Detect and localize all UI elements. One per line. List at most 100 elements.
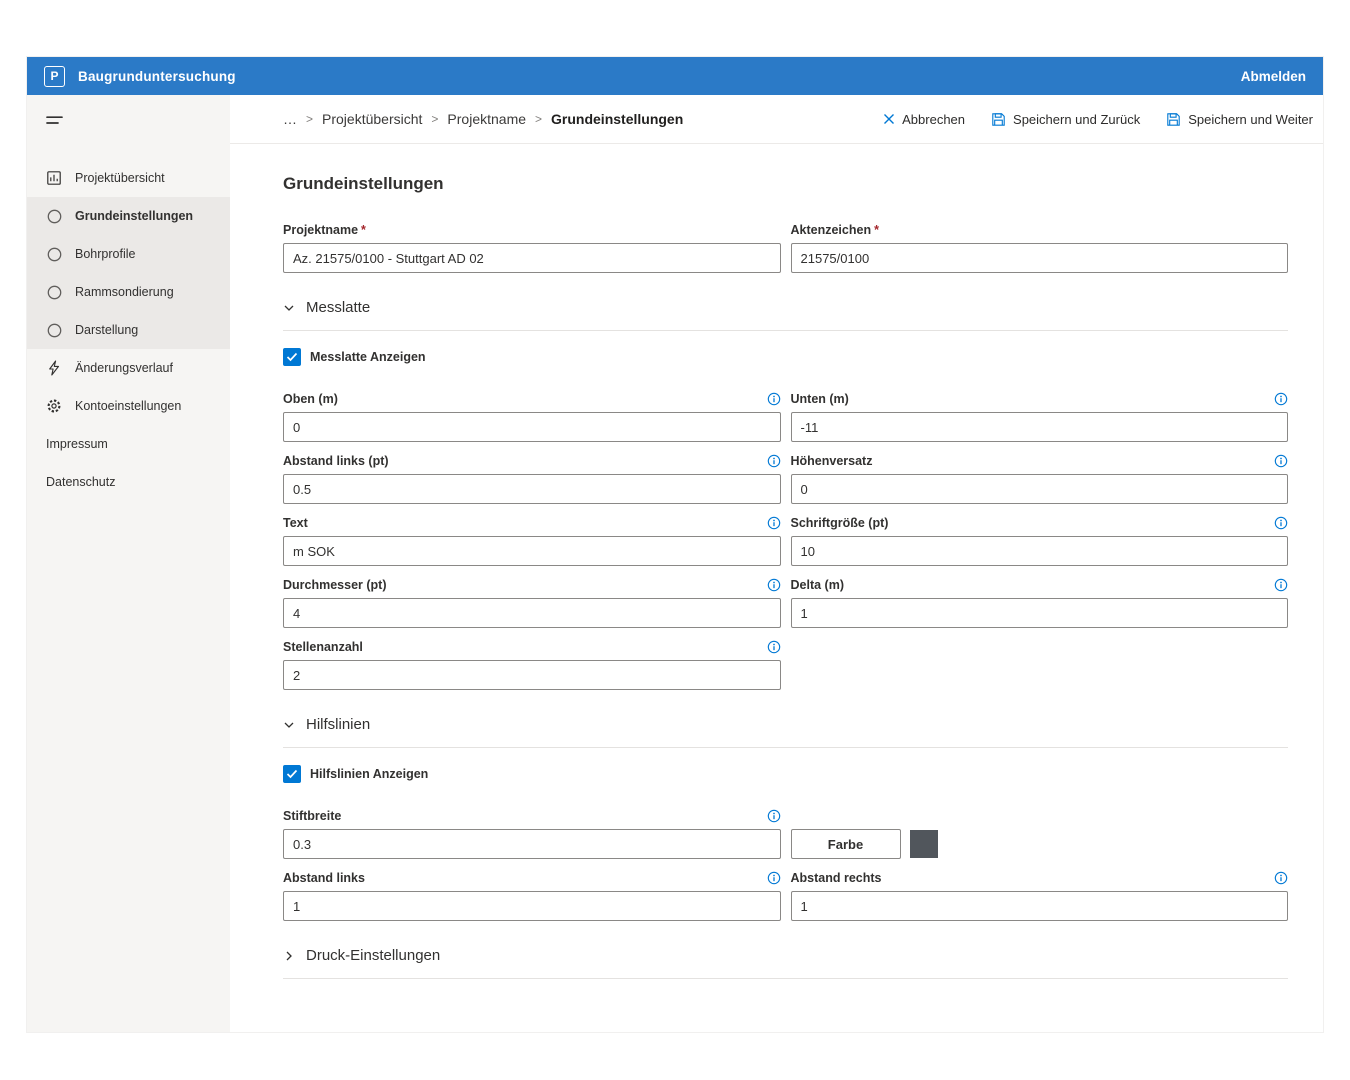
hoehenversatz-input[interactable] — [791, 474, 1289, 504]
save-and-back-button[interactable]: Speichern und Zurück — [991, 112, 1140, 127]
field-projektname: Projektname* — [283, 221, 781, 273]
app-logo-icon: P — [44, 66, 65, 87]
radio-circle-icon — [46, 323, 62, 338]
field-label: Stiftbreite — [283, 809, 341, 823]
oben-input[interactable] — [283, 412, 781, 442]
page-title: Grundeinstellungen — [283, 174, 1288, 194]
required-marker: * — [361, 223, 366, 237]
delta-input[interactable] — [791, 598, 1289, 628]
farbe-button[interactable]: Farbe — [791, 829, 901, 859]
app-window: P Baugrunduntersuchung Abmelden Projektü… — [27, 57, 1323, 1032]
durchmesser-input[interactable] — [283, 598, 781, 628]
info-icon[interactable] — [767, 871, 781, 885]
sidebar: Projektübersicht Grundeinstellungen Bohr… — [27, 95, 230, 1032]
info-icon[interactable] — [767, 392, 781, 406]
field-label: Abstand rechts — [791, 871, 882, 885]
menu-toggle-button[interactable] — [27, 95, 230, 159]
sidebar-item-projektuebersicht[interactable]: Projektübersicht — [27, 159, 230, 197]
sidebar-item-bohrprofile[interactable]: Bohrprofile — [27, 235, 230, 273]
section-header-hilfslinien[interactable]: Hilfslinien — [283, 716, 1288, 733]
info-icon[interactable] — [767, 640, 781, 654]
info-icon[interactable] — [1274, 578, 1288, 592]
sidebar-item-label: Kontoeinstellungen — [75, 399, 181, 413]
breadcrumb-ellipsis[interactable]: … — [283, 111, 297, 127]
aktenzeichen-input[interactable] — [791, 243, 1289, 273]
field-farbe: Farbe — [791, 829, 1289, 859]
field-label: Stellenanzahl — [283, 640, 363, 654]
sidebar-item-datenschutz[interactable]: Datenschutz — [27, 463, 230, 501]
breadcrumb-separator: > — [306, 112, 313, 126]
breadcrumb-item-projektname[interactable]: Projektname — [447, 111, 526, 127]
abstand-links-input[interactable] — [283, 891, 781, 921]
field-hoehenversatz: Höhenversatz — [791, 452, 1289, 504]
command-buttons: Abbrechen Speichern und Zurück — [857, 112, 1313, 127]
radio-circle-icon — [46, 209, 62, 224]
field-label: Unten (m) — [791, 392, 849, 406]
checkbox-label: Hilfslinien Anzeigen — [310, 767, 428, 781]
field-label: Abstand links — [283, 871, 365, 885]
info-icon[interactable] — [767, 809, 781, 823]
sidebar-item-grundeinstellungen[interactable]: Grundeinstellungen — [27, 197, 230, 235]
field-label: Aktenzeichen — [791, 223, 872, 237]
breadcrumb-item-projektuebersicht[interactable]: Projektübersicht — [322, 111, 422, 127]
field-stiftbreite: Stiftbreite — [283, 807, 781, 859]
abstand-links-pt-input[interactable] — [283, 474, 781, 504]
checkbox-label: Messlatte Anzeigen — [310, 350, 426, 364]
sidebar-item-label: Impressum — [46, 437, 108, 451]
field-durchmesser: Durchmesser (pt) — [283, 576, 781, 628]
logout-button[interactable]: Abmelden — [1241, 69, 1306, 84]
hilfslinien-anzeigen-checkbox[interactable]: Hilfslinien Anzeigen — [283, 765, 1288, 783]
info-icon[interactable] — [767, 454, 781, 468]
cancel-button[interactable]: Abbrechen — [883, 112, 965, 127]
sidebar-item-label: Änderungsverlauf — [75, 361, 173, 375]
info-icon[interactable] — [767, 578, 781, 592]
save-and-next-button[interactable]: Speichern und Weiter — [1166, 112, 1313, 127]
info-icon[interactable] — [1274, 392, 1288, 406]
field-label: Text — [283, 516, 308, 530]
schriftgroesse-input[interactable] — [791, 536, 1289, 566]
text-input[interactable] — [283, 536, 781, 566]
field-abstand-links: Abstand links — [283, 869, 781, 921]
hamburger-icon — [46, 115, 63, 127]
close-icon — [883, 113, 895, 125]
stiftbreite-input[interactable] — [283, 829, 781, 859]
unten-input[interactable] — [791, 412, 1289, 442]
checkbox-checked-icon — [283, 348, 301, 366]
field-abstand-rechts: Abstand rechts — [791, 869, 1289, 921]
sidebar-item-kontoeinstellungen[interactable]: Kontoeinstellungen — [27, 387, 230, 425]
main-panel: … > Projektübersicht > Projektname > Gru… — [230, 95, 1323, 1032]
field-label: Durchmesser (pt) — [283, 578, 387, 592]
breadcrumb-item-current: Grundeinstellungen — [551, 111, 683, 127]
save-icon — [991, 112, 1006, 127]
section-title: Messlatte — [306, 299, 370, 316]
divider — [283, 330, 1288, 331]
section-header-messlatte[interactable]: Messlatte — [283, 299, 1288, 316]
field-label: Oben (m) — [283, 392, 338, 406]
breadcrumb: … > Projektübersicht > Projektname > Gru… — [283, 111, 683, 127]
divider — [283, 747, 1288, 748]
sidebar-item-darstellung[interactable]: Darstellung — [27, 311, 230, 349]
abstand-rechts-input[interactable] — [791, 891, 1289, 921]
section-title: Hilfslinien — [306, 716, 370, 733]
projektname-input[interactable] — [283, 243, 781, 273]
command-bar: … > Projektübersicht > Projektname > Gru… — [230, 95, 1323, 144]
section-title: Druck-Einstellungen — [306, 947, 440, 964]
info-icon[interactable] — [767, 516, 781, 530]
breadcrumb-separator: > — [431, 112, 438, 126]
stellenanzahl-input[interactable] — [283, 660, 781, 690]
color-swatch[interactable] — [910, 830, 938, 858]
sidebar-item-aenderungsverlauf[interactable]: Änderungsverlauf — [27, 349, 230, 387]
form-content: Grundeinstellungen Projektname* Aktenzei… — [230, 144, 1323, 979]
sidebar-item-impressum[interactable]: Impressum — [27, 425, 230, 463]
info-icon[interactable] — [1274, 871, 1288, 885]
messlatte-anzeigen-checkbox[interactable]: Messlatte Anzeigen — [283, 348, 1288, 366]
section-header-druck-einstellungen[interactable]: Druck-Einstellungen — [283, 947, 1288, 964]
info-icon[interactable] — [1274, 516, 1288, 530]
app-logo-letter: P — [50, 69, 58, 83]
sidebar-item-label: Rammsondierung — [75, 285, 174, 299]
field-text: Text — [283, 514, 781, 566]
field-label: Abstand links (pt) — [283, 454, 389, 468]
field-delta: Delta (m) — [791, 576, 1289, 628]
sidebar-item-rammsondierung[interactable]: Rammsondierung — [27, 273, 230, 311]
info-icon[interactable] — [1274, 454, 1288, 468]
